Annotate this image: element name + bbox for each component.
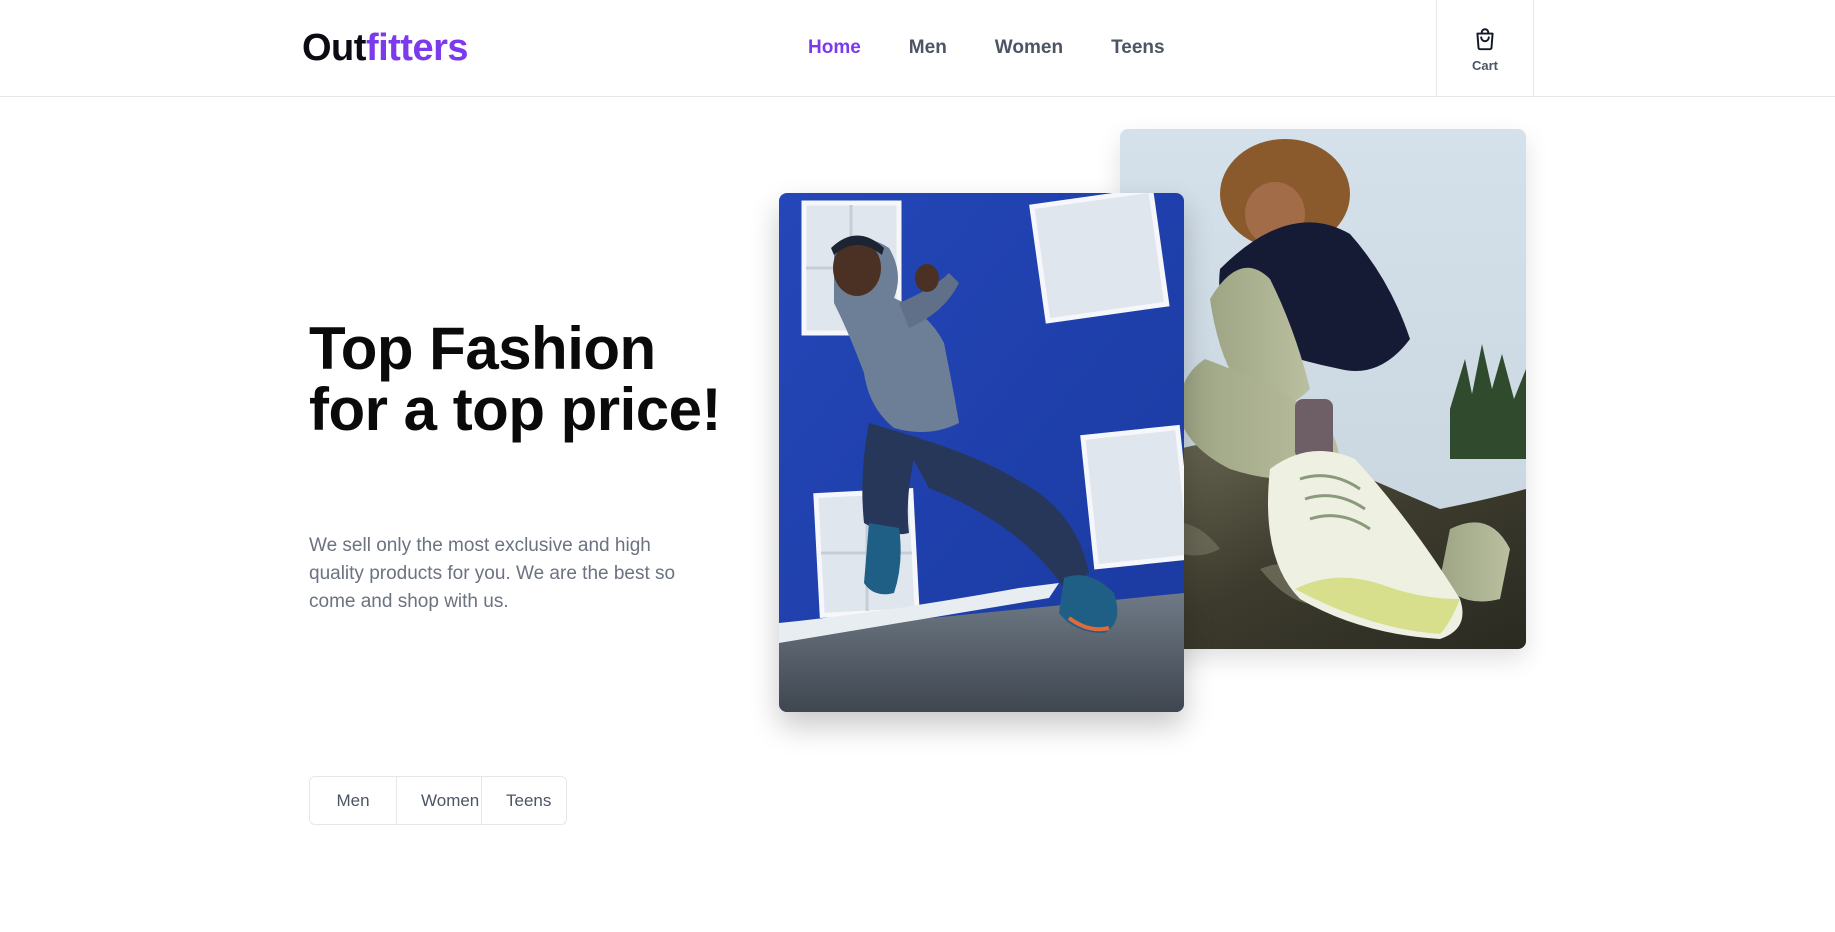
cart-label: Cart	[1471, 57, 1498, 73]
category-button-group: Men Women Teens	[309, 776, 567, 825]
site-logo[interactable]: Outfitters	[302, 24, 469, 72]
nav-link-men[interactable]: Men	[909, 35, 947, 61]
shopping-bag-icon	[1476, 27, 1494, 50]
nav-link-home[interactable]: Home	[808, 35, 861, 61]
category-button-women[interactable]: Women	[396, 777, 481, 824]
hero-image-man-jumping	[779, 193, 1184, 712]
main-nav: Home Men Women Teens	[808, 35, 1165, 61]
logo-text-primary: Out	[302, 27, 366, 69]
logo-text-accent: fitters	[365, 27, 469, 69]
hero-title: Top Fashion for a top price!	[309, 315, 722, 443]
nav-link-women[interactable]: Women	[995, 35, 1063, 61]
category-button-men[interactable]: Men	[310, 777, 396, 824]
cart-button[interactable]: Cart	[1436, 0, 1534, 97]
top-navigation-bar: Outfitters Home Men Women Teens Cart	[0, 0, 1835, 97]
hero-description: We sell only the most exclusive and high…	[309, 535, 676, 612]
nav-link-teens[interactable]: Teens	[1111, 35, 1165, 61]
category-button-teens[interactable]: Teens	[481, 777, 566, 824]
